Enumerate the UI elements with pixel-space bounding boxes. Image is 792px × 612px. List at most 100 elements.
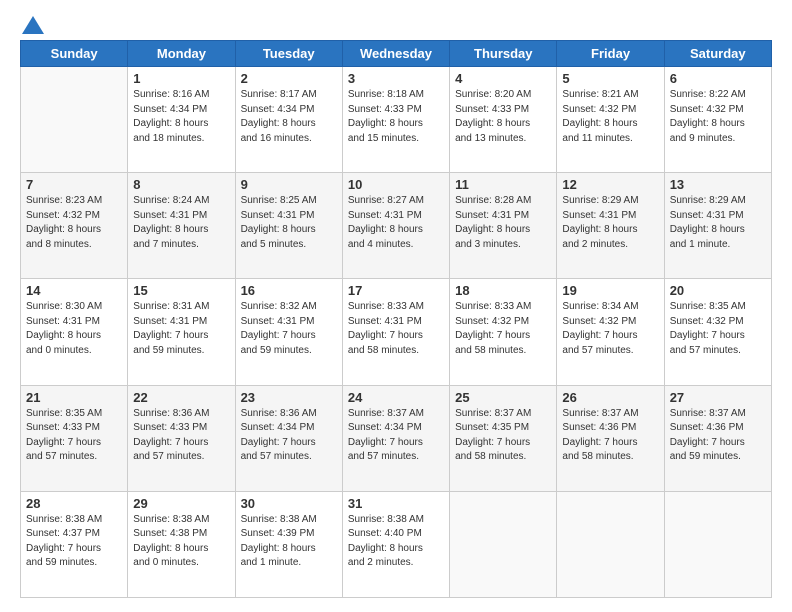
day-number: 28 (26, 496, 122, 511)
calendar-cell: 24 Sunrise: 8:37 AM Sunset: 4:34 PM Dayli… (342, 385, 449, 491)
calendar-cell: 26 Sunrise: 8:37 AM Sunset: 4:36 PM Dayli… (557, 385, 664, 491)
day-number: 31 (348, 496, 444, 511)
calendar-cell: 2 Sunrise: 8:17 AM Sunset: 4:34 PM Daylig… (235, 67, 342, 173)
day-number: 16 (241, 283, 337, 298)
day-info: Sunrise: 8:35 AM Sunset: 4:33 PM Dayligh… (26, 407, 122, 465)
day-number: 9 (241, 177, 337, 192)
day-info: Sunrise: 8:16 AM Sunset: 4:34 PM Dayligh… (133, 88, 229, 146)
day-number: 29 (133, 496, 229, 511)
calendar-cell: 6Sunrise: 8:22 AM Sunset: 4:32 PM Daylig… (664, 67, 771, 173)
header (20, 18, 772, 30)
day-info: Sunrise: 8:23 AM Sunset: 4:32 PM Dayligh… (26, 194, 122, 252)
calendar-cell: 17 Sunrise: 8:33 AM Sunset: 4:31 PM Dayli… (342, 279, 449, 385)
calendar-cell: 25 Sunrise: 8:37 AM Sunset: 4:35 PM Dayli… (450, 385, 557, 491)
calendar-cell: 4 Sunrise: 8:20 AM Sunset: 4:33 PM Daylig… (450, 67, 557, 173)
day-info: Sunrise: 8:37 AM Sunset: 4:36 PM Dayligh… (562, 407, 658, 465)
day-info: Sunrise: 8:33 AM Sunset: 4:32 PM Dayligh… (455, 300, 551, 358)
day-number: 17 (348, 283, 444, 298)
day-header-friday: Friday (557, 41, 664, 67)
day-info: Sunrise: 8:36 AM Sunset: 4:33 PM Dayligh… (133, 407, 229, 465)
calendar-cell: 31 Sunrise: 8:38 AM Sunset: 4:40 PM Dayli… (342, 491, 449, 597)
day-number: 18 (455, 283, 551, 298)
day-info: Sunrise: 8:27 AM Sunset: 4:31 PM Dayligh… (348, 194, 444, 252)
day-number: 27 (670, 390, 766, 405)
calendar-cell (450, 491, 557, 597)
day-number: 25 (455, 390, 551, 405)
calendar-cell (21, 67, 128, 173)
day-number: 23 (241, 390, 337, 405)
day-number: 2 (241, 71, 337, 86)
day-info: Sunrise: 8:38 AM Sunset: 4:37 PM Dayligh… (26, 513, 122, 571)
calendar-cell: 28 Sunrise: 8:38 AM Sunset: 4:37 PM Dayli… (21, 491, 128, 597)
calendar-cell: 7 Sunrise: 8:23 AM Sunset: 4:32 PM Daylig… (21, 173, 128, 279)
day-info: Sunrise: 8:29 AM Sunset: 4:31 PM Dayligh… (670, 194, 766, 252)
day-info: Sunrise: 8:20 AM Sunset: 4:33 PM Dayligh… (455, 88, 551, 146)
calendar-cell: 13 Sunrise: 8:29 AM Sunset: 4:31 PM Dayli… (664, 173, 771, 279)
day-number: 24 (348, 390, 444, 405)
calendar-cell: 21 Sunrise: 8:35 AM Sunset: 4:33 PM Dayli… (21, 385, 128, 491)
calendar-week-row: 21 Sunrise: 8:35 AM Sunset: 4:33 PM Dayli… (21, 385, 772, 491)
calendar-cell: 16 Sunrise: 8:32 AM Sunset: 4:31 PM Dayli… (235, 279, 342, 385)
day-info: Sunrise: 8:31 AM Sunset: 4:31 PM Dayligh… (133, 300, 229, 358)
day-number: 6 (670, 71, 766, 86)
day-info: Sunrise: 8:30 AM Sunset: 4:31 PM Dayligh… (26, 300, 122, 358)
calendar-header-row: SundayMondayTuesdayWednesdayThursdayFrid… (21, 41, 772, 67)
day-number: 4 (455, 71, 551, 86)
day-number: 21 (26, 390, 122, 405)
day-header-saturday: Saturday (664, 41, 771, 67)
calendar-cell: 10 Sunrise: 8:27 AM Sunset: 4:31 PM Dayli… (342, 173, 449, 279)
day-number: 15 (133, 283, 229, 298)
day-info: Sunrise: 8:35 AM Sunset: 4:32 PM Dayligh… (670, 300, 766, 358)
day-info: Sunrise: 8:33 AM Sunset: 4:31 PM Dayligh… (348, 300, 444, 358)
day-info: Sunrise: 8:32 AM Sunset: 4:31 PM Dayligh… (241, 300, 337, 358)
calendar-cell: 19Sunrise: 8:34 AM Sunset: 4:32 PM Dayli… (557, 279, 664, 385)
day-info: Sunrise: 8:17 AM Sunset: 4:34 PM Dayligh… (241, 88, 337, 146)
day-info: Sunrise: 8:25 AM Sunset: 4:31 PM Dayligh… (241, 194, 337, 252)
day-header-thursday: Thursday (450, 41, 557, 67)
calendar-cell: 11 Sunrise: 8:28 AM Sunset: 4:31 PM Dayli… (450, 173, 557, 279)
logo (20, 18, 44, 30)
day-number: 3 (348, 71, 444, 86)
day-info: Sunrise: 8:38 AM Sunset: 4:40 PM Dayligh… (348, 513, 444, 571)
day-info: Sunrise: 8:37 AM Sunset: 4:36 PM Dayligh… (670, 407, 766, 465)
calendar-cell: 23 Sunrise: 8:36 AM Sunset: 4:34 PM Dayli… (235, 385, 342, 491)
calendar-cell: 1Sunrise: 8:16 AM Sunset: 4:34 PM Daylig… (128, 67, 235, 173)
day-info: Sunrise: 8:18 AM Sunset: 4:33 PM Dayligh… (348, 88, 444, 146)
day-number: 8 (133, 177, 229, 192)
day-info: Sunrise: 8:24 AM Sunset: 4:31 PM Dayligh… (133, 194, 229, 252)
calendar-cell (664, 491, 771, 597)
calendar-cell: 9 Sunrise: 8:25 AM Sunset: 4:31 PM Daylig… (235, 173, 342, 279)
day-number: 26 (562, 390, 658, 405)
day-info: Sunrise: 8:28 AM Sunset: 4:31 PM Dayligh… (455, 194, 551, 252)
day-header-tuesday: Tuesday (235, 41, 342, 67)
calendar-cell: 27 Sunrise: 8:37 AM Sunset: 4:36 PM Dayli… (664, 385, 771, 491)
calendar-cell: 18 Sunrise: 8:33 AM Sunset: 4:32 PM Dayli… (450, 279, 557, 385)
day-number: 11 (455, 177, 551, 192)
day-header-sunday: Sunday (21, 41, 128, 67)
day-info: Sunrise: 8:38 AM Sunset: 4:39 PM Dayligh… (241, 513, 337, 571)
calendar-cell (557, 491, 664, 597)
day-info: Sunrise: 8:37 AM Sunset: 4:34 PM Dayligh… (348, 407, 444, 465)
calendar-cell: 20Sunrise: 8:35 AM Sunset: 4:32 PM Dayli… (664, 279, 771, 385)
calendar-cell: 15 Sunrise: 8:31 AM Sunset: 4:31 PM Dayli… (128, 279, 235, 385)
day-number: 22 (133, 390, 229, 405)
calendar-cell: 3 Sunrise: 8:18 AM Sunset: 4:33 PM Daylig… (342, 67, 449, 173)
day-info: Sunrise: 8:37 AM Sunset: 4:35 PM Dayligh… (455, 407, 551, 465)
logo-icon (22, 16, 44, 34)
day-info: Sunrise: 8:36 AM Sunset: 4:34 PM Dayligh… (241, 407, 337, 465)
page: SundayMondayTuesdayWednesdayThursdayFrid… (0, 0, 792, 612)
calendar-week-row: 1Sunrise: 8:16 AM Sunset: 4:34 PM Daylig… (21, 67, 772, 173)
day-number: 5 (562, 71, 658, 86)
day-number: 13 (670, 177, 766, 192)
calendar-cell: 22 Sunrise: 8:36 AM Sunset: 4:33 PM Dayli… (128, 385, 235, 491)
calendar-cell: 14Sunrise: 8:30 AM Sunset: 4:31 PM Dayli… (21, 279, 128, 385)
day-number: 10 (348, 177, 444, 192)
day-info: Sunrise: 8:29 AM Sunset: 4:31 PM Dayligh… (562, 194, 658, 252)
day-number: 7 (26, 177, 122, 192)
calendar-cell: 8 Sunrise: 8:24 AM Sunset: 4:31 PM Daylig… (128, 173, 235, 279)
day-header-monday: Monday (128, 41, 235, 67)
day-info: Sunrise: 8:21 AM Sunset: 4:32 PM Dayligh… (562, 88, 658, 146)
calendar: SundayMondayTuesdayWednesdayThursdayFrid… (20, 40, 772, 598)
day-number: 12 (562, 177, 658, 192)
calendar-week-row: 14Sunrise: 8:30 AM Sunset: 4:31 PM Dayli… (21, 279, 772, 385)
